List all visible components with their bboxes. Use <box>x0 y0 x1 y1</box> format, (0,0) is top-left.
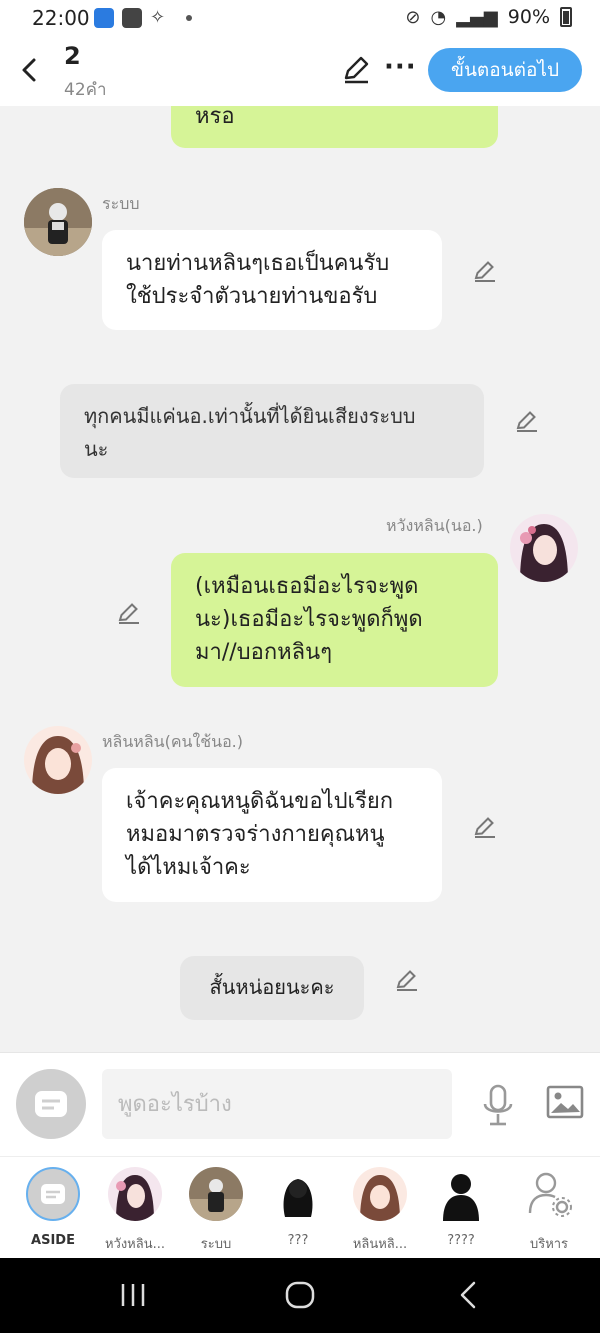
next-step-button[interactable]: ขั้นตอนต่อไป <box>428 48 582 92</box>
message-line: นะ <box>84 437 109 461</box>
video-notification-icon <box>122 8 142 28</box>
wifi-icon: ◔ <box>430 6 447 28</box>
microphone-button[interactable] <box>480 1083 516 1129</box>
message-line: มา//บอกหลินๆ <box>195 640 333 665</box>
sender-name: ระบบ <box>102 194 140 213</box>
recent-apps-button[interactable] <box>118 1280 148 1310</box>
page-title: 2 <box>64 42 81 70</box>
pencil-icon <box>118 603 139 624</box>
character-selector: ASIDE หวังหลิน... ระบบ ??? หลินหลิ... ??… <box>0 1156 600 1258</box>
system-navigation-bar <box>0 1258 600 1333</box>
image-upload-button[interactable] <box>546 1085 584 1119</box>
word-count: 42คำ <box>64 80 107 100</box>
status-notification-icons: ✧ <box>94 8 192 28</box>
avatar-linlin[interactable] <box>24 726 92 794</box>
edit-message-button[interactable] <box>394 967 420 993</box>
message-text: หรอ <box>195 106 235 129</box>
magic-wand-icon: ✧ <box>150 7 166 28</box>
narration-bubble[interactable]: ทุกคนมีแค่นอ.เท่านั้นที่ได้ยินเสียงระบบ … <box>60 384 484 478</box>
battery-percent: 90% <box>507 6 550 28</box>
message-line: นะ)เธอมีอะไรจะพูดก็พูด <box>195 607 423 632</box>
avatar-system[interactable] <box>24 188 92 256</box>
character-label: หวังหลิน... <box>104 1237 166 1252</box>
silhouette-female-icon <box>271 1167 325 1221</box>
message-text: สั้นหน่อยนะคะ <box>209 975 335 999</box>
character-aside[interactable]: ASIDE <box>18 1167 88 1248</box>
message-line: ได้ไหมเจ้าคะ <box>126 855 251 880</box>
message-line: ทุกคนมีแค่นอ.เท่านั้นที่ได้ยินเสียงระบบ <box>84 404 416 428</box>
sender-name: หลินหลิน(คนใช้นอ.) <box>102 732 244 751</box>
character-label: บริหาร <box>529 1237 569 1252</box>
system-back-button[interactable] <box>456 1280 480 1310</box>
character-avatar <box>353 1167 407 1221</box>
status-time: 22:00 <box>32 6 90 30</box>
mute-icon: ⊘ <box>405 6 421 28</box>
message-line: นายท่านหลินๆเธอเป็นคนรับ <box>126 251 390 276</box>
signal-icon: ▂▄▆ <box>456 6 498 28</box>
back-icon <box>460 1281 476 1309</box>
edit-message-button[interactable] <box>472 814 498 840</box>
edit-title-button[interactable] <box>340 54 372 86</box>
pencil-icon <box>516 411 537 432</box>
character-wanglin[interactable]: หวังหลิน... <box>100 1167 170 1254</box>
back-icon <box>22 58 36 82</box>
character-label: ???? <box>447 1233 475 1248</box>
character-label: ASIDE <box>31 1233 75 1248</box>
status-system-icons: ⊘ ◔ ▂▄▆ 90% <box>405 6 572 28</box>
aside-icon <box>35 1091 67 1117</box>
image-icon <box>546 1085 584 1119</box>
character-avatar <box>189 1167 243 1221</box>
mic-icon <box>483 1084 513 1126</box>
character-linlin[interactable]: หลินหลิ... <box>345 1167 415 1254</box>
more-notifications-dot-icon <box>186 15 192 21</box>
app-notification-icon <box>94 8 114 28</box>
manage-icon <box>522 1167 576 1221</box>
edit-message-button[interactable] <box>472 258 498 284</box>
character-label: ??? <box>287 1233 309 1248</box>
recent-apps-icon <box>121 1284 145 1306</box>
character-unknown-female[interactable]: ??? <box>263 1167 333 1248</box>
message-line: (เหมือนเธอมีอะไรจะพูด <box>195 574 419 599</box>
battery-icon <box>560 7 572 27</box>
message-line: ใช้ประจำตัวนายท่านขอรับ <box>126 284 378 309</box>
outgoing-message-bubble[interactable]: หรอ <box>171 106 498 148</box>
character-avatar <box>108 1167 162 1221</box>
outgoing-message-bubble[interactable]: (เหมือนเธอมีอะไรจะพูด นะ)เธอมีอะไรจะพูดก… <box>171 553 498 687</box>
chat-area[interactable]: หรอ ระบบ นายท่านหลินๆเธอเป็นคนรับ ใช้ประ… <box>0 106 600 1052</box>
edit-message-button[interactable] <box>116 600 142 626</box>
character-system[interactable]: ระบบ <box>181 1167 251 1254</box>
sender-name: หวังหลิน(นอ.) <box>386 516 483 535</box>
character-label: ระบบ <box>200 1237 232 1252</box>
home-icon <box>285 1281 315 1309</box>
avatar-wanglin[interactable] <box>510 514 578 582</box>
pencil-icon <box>474 261 495 282</box>
silhouette-male-icon <box>434 1167 488 1221</box>
chat-header: 2 42คำ ··· ขั้นตอนต่อไป <box>0 36 600 106</box>
pencil-icon <box>396 970 417 991</box>
more-button[interactable]: ··· <box>384 54 417 80</box>
incoming-message-bubble[interactable]: นายท่านหลินๆเธอเป็นคนรับ ใช้ประจำตัวนายท… <box>102 230 442 330</box>
status-bar: 22:00 ✧ ⊘ ◔ ▂▄▆ 90% <box>0 0 600 36</box>
message-input[interactable] <box>102 1069 452 1139</box>
incoming-message-bubble[interactable]: เจ้าคะคุณหนูดิฉันขอไปเรียก หมอมาตรวจร่าง… <box>102 768 442 902</box>
home-button[interactable] <box>284 1280 316 1310</box>
aside-toggle-button[interactable] <box>16 1069 86 1139</box>
edit-message-button[interactable] <box>514 408 540 434</box>
character-unknown-male[interactable]: ???? <box>426 1167 496 1248</box>
aside-icon <box>26 1167 80 1221</box>
message-input-bar <box>0 1052 600 1156</box>
character-label: หลินหลิ... <box>352 1237 408 1252</box>
pencil-icon <box>344 56 369 84</box>
back-button[interactable] <box>14 52 44 88</box>
pencil-icon <box>474 817 495 838</box>
manage-characters-button[interactable]: บริหาร <box>514 1167 584 1254</box>
message-line: หมอมาตรวจร่างกายคุณหนู <box>126 822 385 847</box>
message-line: เจ้าคะคุณหนูดิฉันขอไปเรียก <box>126 789 394 814</box>
center-message-bubble[interactable]: สั้นหน่อยนะคะ <box>180 956 364 1020</box>
